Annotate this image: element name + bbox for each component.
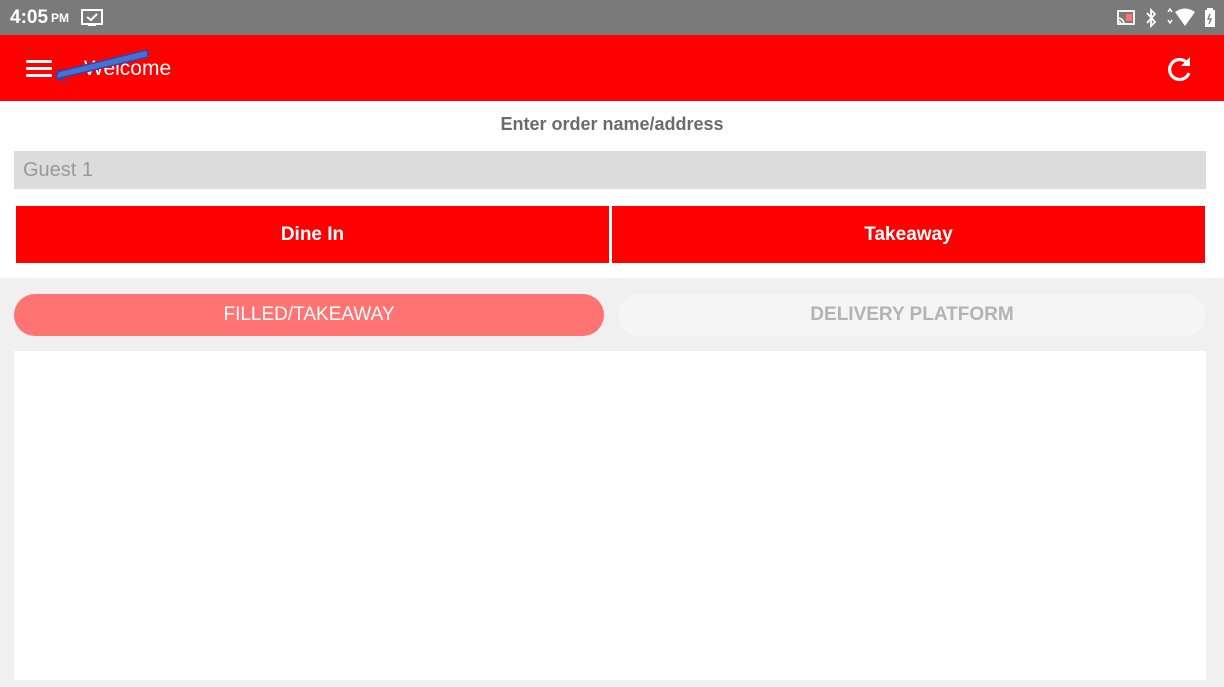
app-bar: Welcome [0, 35, 1224, 101]
battery-icon [1205, 8, 1215, 27]
hamburger-menu-icon[interactable] [26, 58, 54, 80]
order-section: Enter order name/address Dine In Takeawa… [0, 101, 1224, 278]
wifi-icon [1167, 8, 1195, 26]
order-list-panel [14, 351, 1206, 680]
monitor-check-icon [81, 8, 104, 26]
takeaway-button[interactable]: Takeaway [612, 206, 1205, 263]
dine-in-button[interactable]: Dine In [16, 206, 609, 263]
bluetooth-icon [1146, 8, 1157, 28]
app-title: Welcome [84, 57, 172, 80]
order-name-label: Enter order name/address [500, 114, 724, 134]
tab-filled-takeaway[interactable]: FILLED/TAKEAWAY [14, 294, 604, 336]
status-ampm: PM [51, 10, 70, 25]
status-time: 4:05 [10, 6, 49, 28]
tab-delivery-platform[interactable]: DELIVERY PLATFORM [618, 294, 1206, 336]
cast-icon [1117, 10, 1135, 25]
status-bar: 4:05 PM [0, 0, 1224, 35]
status-icons [1116, 8, 1216, 28]
refresh-icon[interactable] [1166, 55, 1194, 83]
order-name-input[interactable] [14, 151, 1206, 189]
